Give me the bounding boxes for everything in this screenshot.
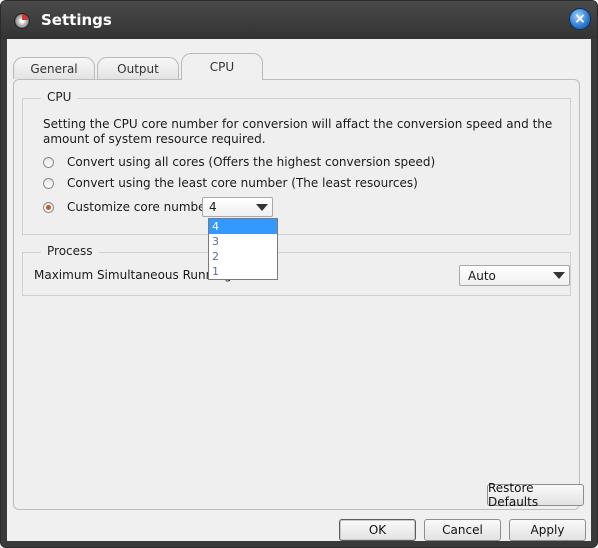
dropdown-option[interactable]: 2	[209, 249, 277, 264]
dropdown-option[interactable]: 4	[209, 219, 277, 234]
ok-button[interactable]: OK	[339, 519, 416, 541]
radio-all-cores[interactable]: Convert using all cores (Offers the high…	[43, 155, 435, 169]
dropdown-option[interactable]: 1	[209, 264, 277, 279]
core-number-dropdown-list[interactable]: 4 3 2 1	[208, 218, 278, 280]
chevron-down-icon[interactable]	[553, 272, 565, 279]
radio-button-checked[interactable]	[43, 201, 54, 213]
window-title: Settings	[41, 11, 112, 29]
radio-button[interactable]	[43, 156, 54, 168]
max-running-select[interactable]: Auto	[459, 265, 570, 286]
radio-least-cores[interactable]: Convert using the least core number (The…	[43, 176, 418, 190]
max-running-label: Maximum Simultaneous Running	[34, 268, 232, 282]
tab-output[interactable]: Output	[97, 57, 179, 79]
radio-label-customize: Customize core number	[67, 200, 211, 214]
radio-label-least-cores: Convert using the least core number (The…	[67, 176, 418, 190]
disc-app-icon	[15, 14, 29, 28]
max-running-value: Auto	[468, 268, 496, 283]
settings-window: Settings × General Output CPU CPU Settin…	[0, 0, 598, 548]
chevron-down-icon[interactable]	[256, 203, 268, 211]
apply-button[interactable]: Apply	[509, 519, 586, 541]
dropdown-option[interactable]: 3	[209, 234, 277, 249]
dialog-client-area: General Output CPU CPU Setting the CPU c…	[7, 39, 591, 541]
tab-cpu[interactable]: CPU	[181, 53, 263, 80]
core-number-select[interactable]: 4	[202, 197, 273, 217]
title-bar[interactable]: Settings ×	[1, 1, 597, 39]
radio-button[interactable]	[43, 177, 54, 189]
cpu-group: CPU Setting the CPU core number for conv…	[22, 90, 571, 235]
cpu-tab-panel: CPU Setting the CPU core number for conv…	[13, 79, 584, 510]
cancel-button[interactable]: Cancel	[424, 519, 501, 541]
radio-customize-cores[interactable]: Customize core number	[43, 200, 210, 214]
process-group: Process Maximum Simultaneous Running Aut…	[22, 244, 571, 296]
close-button[interactable]: ×	[569, 8, 591, 30]
process-group-legend: Process	[41, 244, 99, 258]
core-number-value: 4	[209, 200, 217, 214]
cpu-description: Setting the CPU core number for conversi…	[43, 117, 553, 146]
close-icon: ×	[574, 11, 586, 27]
radio-label-all-cores: Convert using all cores (Offers the high…	[67, 155, 436, 169]
cpu-group-legend: CPU	[41, 90, 78, 104]
restore-defaults-button[interactable]: Restore Defaults	[487, 481, 584, 509]
tab-general[interactable]: General	[13, 57, 95, 79]
